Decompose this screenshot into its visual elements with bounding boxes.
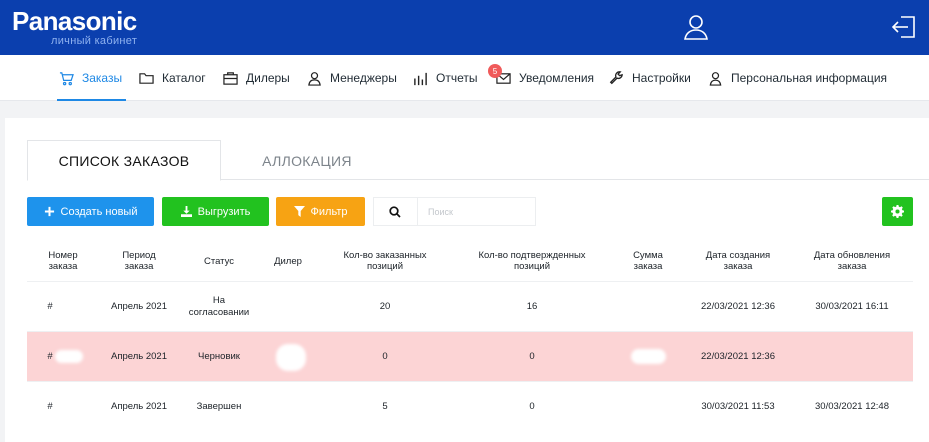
export-label: Выгрузить (197, 205, 251, 218)
cell-confirmed: 0 (529, 351, 535, 362)
cell-number[interactable]: # (47, 332, 52, 382)
cell-created: 22/03/2021 12:36 (701, 301, 775, 312)
download-icon (180, 206, 192, 217)
gear-icon (891, 205, 904, 218)
redacted-mark (631, 349, 666, 364)
nav-label-orders: Заказы (82, 71, 123, 85)
col-header-created[interactable]: Дата создания заказа (706, 250, 770, 272)
create-new-label: Создать новый (60, 205, 138, 218)
cell-period: Апрель 2021 (111, 351, 167, 362)
col-header-confirmed[interactable]: Кол-во подтвержденных позиций (478, 250, 585, 272)
folder-icon (139, 72, 154, 84)
nav-item-settings[interactable]: Настройки (609, 55, 691, 101)
table-row[interactable]: # Апрель 2021 На согласовании 20 16 22/03… (27, 281, 913, 331)
cell-updated: 30/03/2021 16:11 (815, 301, 889, 312)
nav-item-managers[interactable]: Менеджеры (307, 55, 397, 101)
cell-status: Завершен (196, 401, 242, 412)
plus-icon (44, 206, 54, 217)
tab-orders-list[interactable]: СПИСОК ЗАКАЗОВ (27, 140, 221, 181)
nav-item-dealers[interactable]: Дилеры (223, 55, 290, 101)
nav-label-personal-info: Персональная информация (731, 71, 888, 85)
nav-label-settings: Настройки (632, 71, 691, 85)
cell-number[interactable]: # (47, 282, 52, 332)
logout-icon[interactable] (890, 13, 918, 41)
col-header-ordered[interactable]: Кол-во заказанных позиций (343, 250, 426, 272)
redacted-mark (55, 350, 83, 363)
cell-status: На согласовании (188, 295, 250, 318)
nav-label-notifications: Уведомления (519, 71, 595, 85)
nav-label-reports: Отчеты (436, 71, 478, 85)
person-icon (709, 71, 722, 86)
cell-period: Апрель 2021 (111, 401, 167, 412)
manager-icon (308, 71, 321, 86)
nav-label-catalog: Каталог (162, 71, 206, 85)
filter-icon (293, 206, 305, 217)
wrench-icon (609, 70, 623, 84)
cart-icon (59, 71, 74, 85)
nav-item-notifications[interactable]: 5 Уведомления (488, 55, 595, 101)
tab-allocation[interactable]: АЛЛОКАЦИЯ (221, 140, 393, 181)
table-settings-button[interactable] (882, 197, 913, 226)
cell-ordered: 20 (379, 301, 391, 312)
col-header-updated[interactable]: Дата обновления заказа (814, 250, 890, 272)
col-header-dealer[interactable]: Дилер (274, 256, 302, 267)
redacted-mark (276, 344, 306, 371)
col-header-status[interactable]: Статус (204, 256, 234, 267)
table-row[interactable]: # Апрель 2021 Черновик 0 0 22/03/2021 12… (27, 331, 913, 381)
bar-chart-icon (414, 72, 427, 85)
notification-badge: 5 (488, 64, 502, 78)
filter-button[interactable]: Фильтр (276, 197, 365, 226)
search-divider (417, 198, 418, 225)
cell-number[interactable]: # (47, 382, 52, 432)
search-input[interactable] (428, 202, 528, 221)
cell-updated: 30/03/2021 12:48 (815, 401, 889, 412)
col-header-number[interactable]: Номер заказа (48, 250, 77, 272)
cell-period: Апрель 2021 (111, 301, 167, 312)
search-icon[interactable] (389, 206, 401, 218)
brand-subtitle: личный кабинет (51, 35, 138, 47)
nav-item-reports[interactable]: Отчеты (413, 55, 477, 101)
tabs-bar: СПИСОК ЗАКАЗОВ АЛЛОКАЦИЯ (27, 140, 929, 181)
cell-status: Черновик (198, 351, 240, 362)
cell-created: 30/03/2021 11:53 (701, 401, 775, 412)
nav-label-dealers: Дилеры (246, 71, 290, 85)
col-header-period[interactable]: Период заказа (122, 250, 155, 272)
orders-card: СПИСОК ЗАКАЗОВ АЛЛОКАЦИЯ Создать новый В… (5, 118, 929, 442)
create-new-button[interactable]: Создать новый (27, 197, 154, 226)
cell-confirmed: 0 (529, 401, 535, 412)
cell-confirmed: 16 (526, 301, 538, 312)
table-row[interactable]: # Апрель 2021 Завершен 5 0 30/03/2021 11… (27, 381, 913, 431)
cell-ordered: 0 (382, 351, 388, 362)
search-box (373, 197, 536, 226)
nav-item-orders[interactable]: Заказы (56, 55, 127, 101)
user-icon[interactable] (682, 13, 710, 41)
export-button[interactable]: Выгрузить (162, 197, 269, 226)
cell-created: 22/03/2021 12:36 (701, 351, 775, 362)
brand-logo[interactable]: Panasonic (12, 6, 137, 37)
nav-item-personal-info[interactable]: Персональная информация (708, 55, 887, 101)
nav-label-managers: Менеджеры (330, 71, 397, 85)
col-header-sum[interactable]: Сумма заказа (633, 250, 663, 272)
filter-label: Фильтр (310, 205, 348, 218)
nav-item-catalog[interactable]: Каталог (139, 55, 206, 101)
briefcase-icon (223, 71, 238, 85)
main-nav: Заказы Каталог Дилеры Менеджеры Отчеты 5… (0, 55, 929, 101)
cell-ordered: 5 (382, 401, 388, 412)
top-header: Panasonic личный кабинет (0, 0, 929, 55)
